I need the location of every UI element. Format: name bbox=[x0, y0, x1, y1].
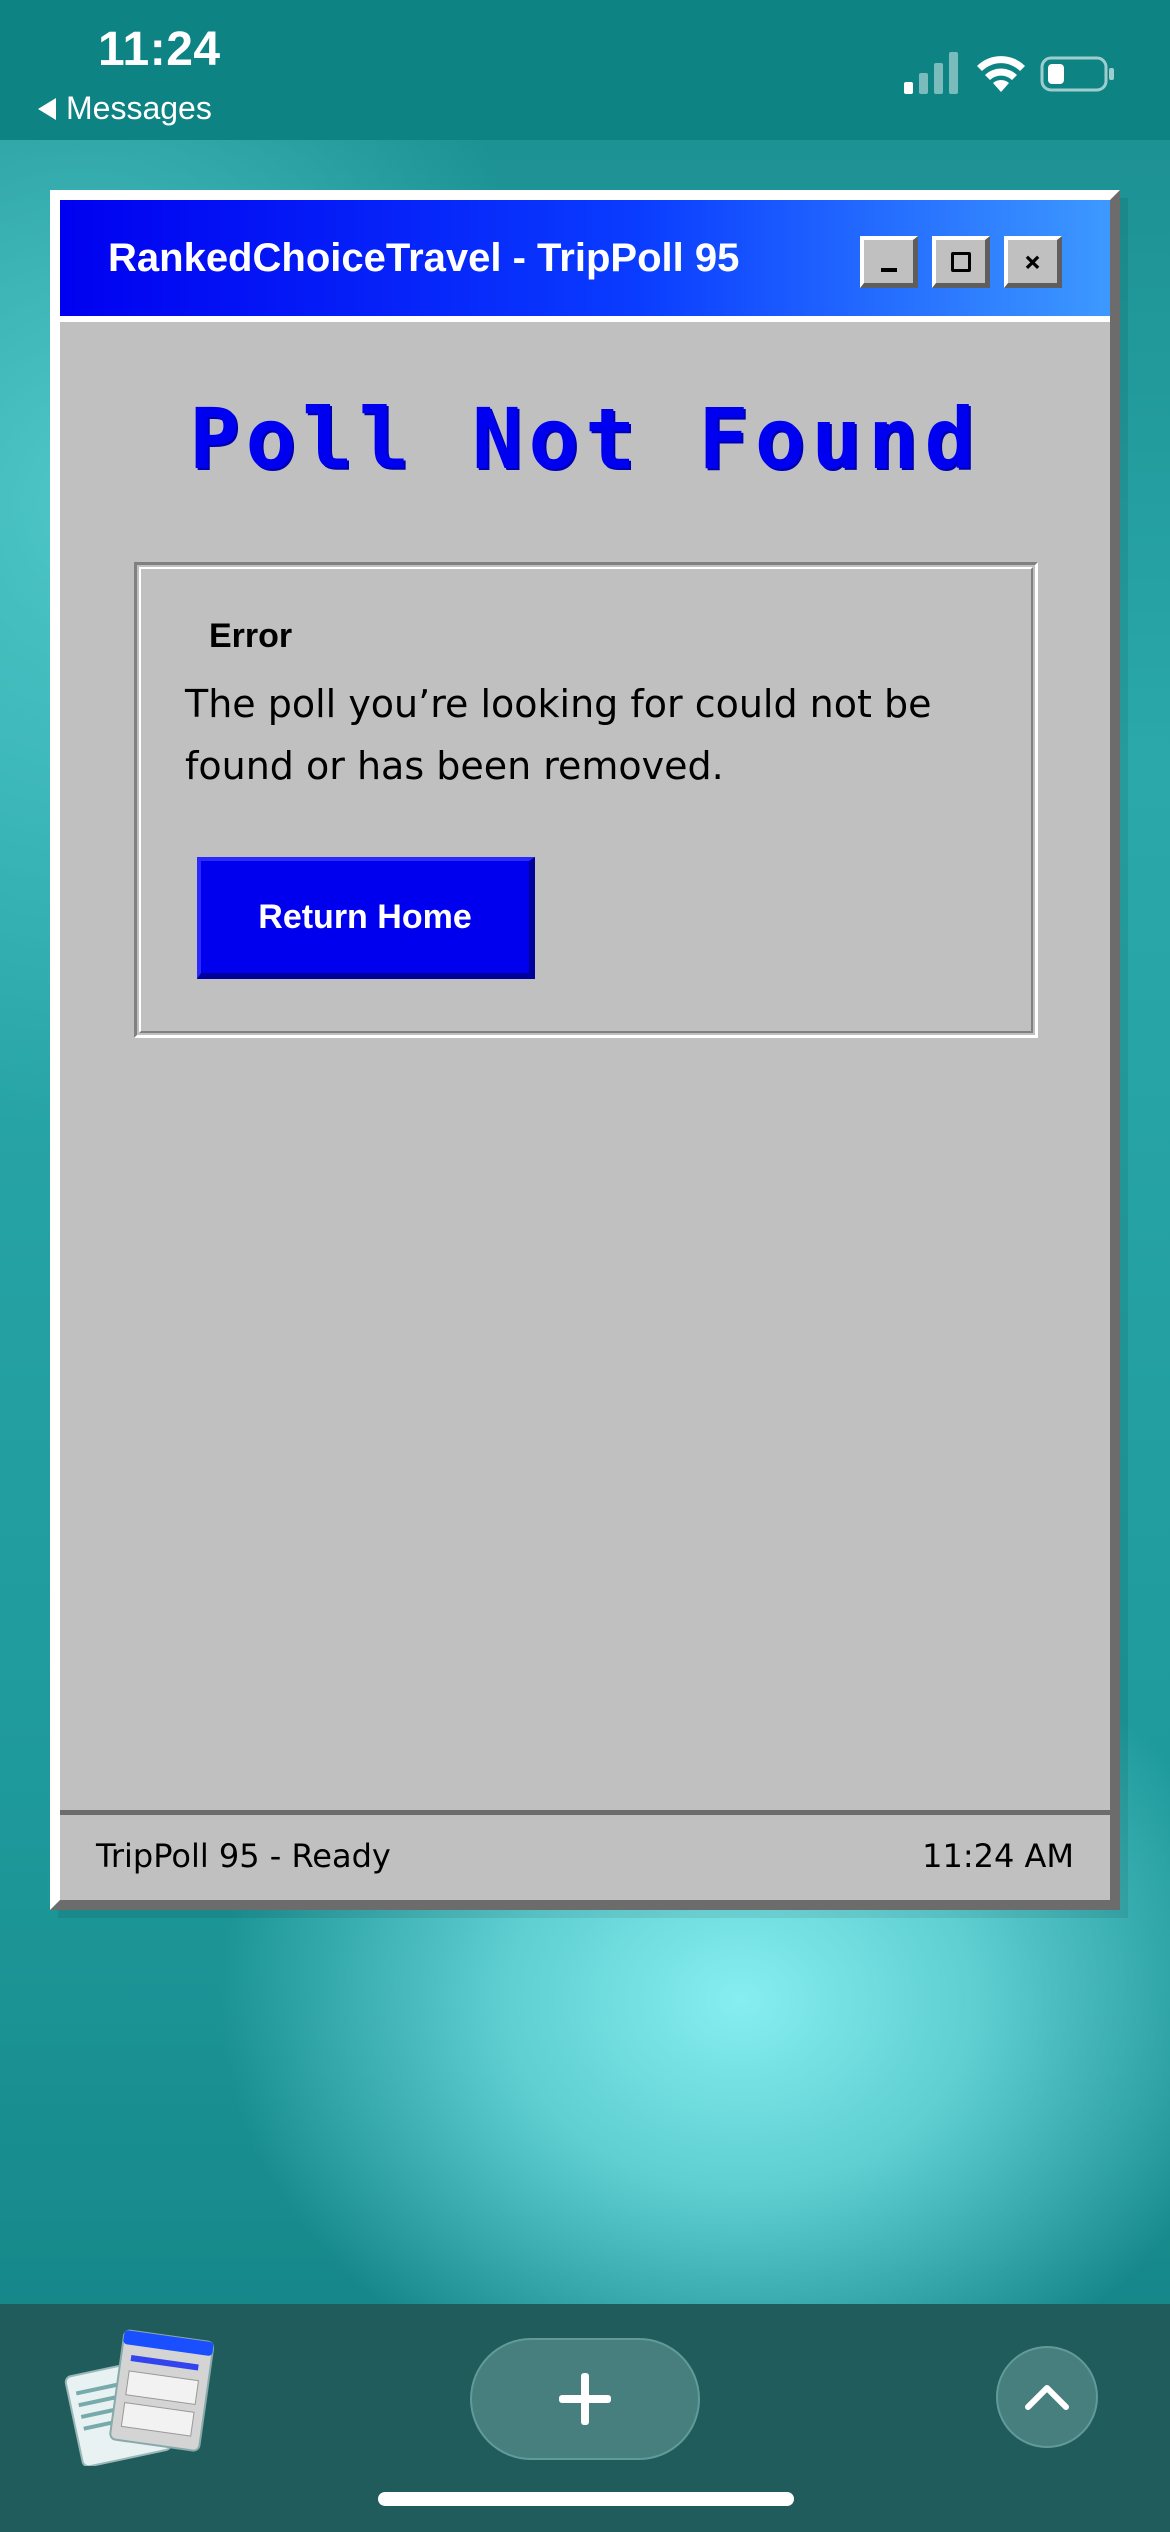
app-switcher-thumbnail[interactable] bbox=[64, 2326, 214, 2466]
status-time: 11:24 bbox=[98, 23, 221, 76]
minimize-button[interactable] bbox=[860, 236, 918, 288]
window-title: RankedChoiceTravel - TripPoll 95 bbox=[108, 236, 740, 280]
maximize-button[interactable] bbox=[932, 236, 990, 288]
plus-icon bbox=[559, 2373, 611, 2425]
error-label: Error bbox=[209, 617, 293, 655]
battery-icon bbox=[1040, 56, 1114, 92]
home-indicator[interactable] bbox=[378, 2492, 794, 2506]
return-home-button[interactable]: Return Home bbox=[197, 857, 535, 979]
wifi-icon bbox=[977, 56, 1025, 92]
error-panel: Error The poll you’re looking for could … bbox=[134, 562, 1038, 1038]
minimize-icon bbox=[880, 267, 897, 272]
app-window: RankedChoiceTravel - TripPoll 95 × Poll … bbox=[50, 190, 1120, 1910]
back-link-label: Messages bbox=[66, 90, 212, 126]
status-text: TripPoll 95 - Ready bbox=[96, 1837, 391, 1875]
add-button[interactable] bbox=[470, 2338, 700, 2460]
window-status-bar: TripPoll 95 - Ready 11:24 AM bbox=[60, 1810, 1110, 1900]
back-to-messages-link[interactable]: Messages bbox=[38, 90, 212, 127]
status-bar: 11:24 Messages bbox=[0, 0, 1170, 140]
back-arrow-icon bbox=[38, 97, 56, 120]
page-title: Poll Not Found bbox=[188, 390, 981, 488]
error-message: The poll you’re looking for could not be… bbox=[185, 682, 932, 788]
maximize-icon bbox=[950, 251, 971, 272]
window-title-bar[interactable]: RankedChoiceTravel - TripPoll 95 × bbox=[60, 200, 1110, 322]
status-clock: 11:24 AM bbox=[922, 1837, 1074, 1875]
close-icon: × bbox=[1024, 245, 1041, 278]
cellular-signal-icon bbox=[904, 52, 958, 94]
chevron-up-icon bbox=[1025, 2385, 1069, 2410]
close-button[interactable]: × bbox=[1004, 236, 1062, 288]
scroll-up-button[interactable] bbox=[996, 2346, 1098, 2448]
